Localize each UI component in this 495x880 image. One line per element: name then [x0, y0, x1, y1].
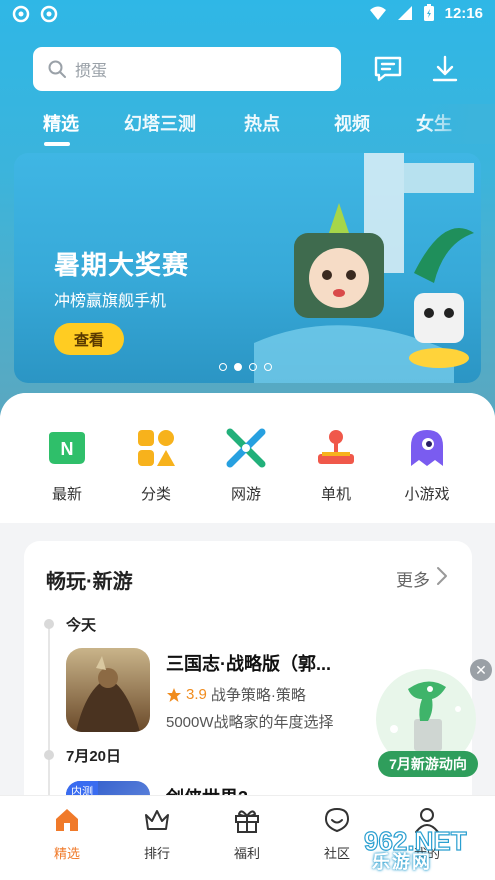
close-icon[interactable]: ✕: [470, 659, 492, 681]
pagination-dot: [264, 363, 272, 371]
pagination-dot: [249, 363, 257, 371]
ghost-icon: [411, 430, 443, 466]
section-title: 畅玩·新游: [46, 571, 133, 593]
watermark-subtext: 乐游网: [372, 852, 432, 872]
nav-benefits[interactable]: 福利: [217, 806, 277, 862]
category-newest[interactable]: N 最新: [32, 428, 102, 504]
online-game-icon: [226, 428, 266, 468]
date-label: 今天: [66, 617, 97, 634]
promo-label[interactable]: 7月新游动向: [378, 751, 478, 777]
category-label: 小游戏: [404, 486, 450, 503]
chevron-right-icon[interactable]: [436, 566, 448, 586]
category-online[interactable]: 网游: [211, 428, 281, 504]
search-placeholder: 掼蛋: [75, 63, 108, 80]
date-label: 7月20日: [66, 748, 122, 765]
download-icon[interactable]: [430, 54, 460, 84]
banner-title: 暑期大奖赛: [54, 250, 190, 280]
banner-view-button[interactable]: 查看: [54, 323, 124, 355]
crown-icon: [145, 810, 169, 830]
game-title[interactable]: 三国志·战略版（郭...: [166, 650, 331, 676]
category-label: 单机: [320, 486, 351, 503]
nav-featured[interactable]: 精选: [37, 806, 97, 862]
search-icon: [48, 60, 66, 78]
community-icon: [324, 807, 350, 833]
more-link[interactable]: 更多: [396, 566, 430, 591]
tab-tower-of-fantasy-test[interactable]: 幻塔三测: [124, 110, 196, 136]
nav-label: 排行: [143, 846, 170, 861]
game-description: 5000W战略家的年度选择: [166, 714, 334, 731]
gift-icon: [235, 810, 259, 833]
banner-pagination: [219, 363, 272, 371]
pagination-dot: [219, 363, 227, 371]
game-rating: 3.9: [186, 686, 207, 703]
tab-video[interactable]: 视频: [334, 110, 370, 136]
clock: 12:16: [444, 4, 483, 22]
tab-hot[interactable]: 热点: [244, 110, 280, 136]
tab-active-indicator: [44, 142, 70, 146]
battery-icon: [423, 4, 434, 21]
nav-ranking[interactable]: 排行: [127, 806, 187, 862]
notification-icon: [12, 5, 30, 23]
category-standalone[interactable]: 单机: [301, 428, 371, 504]
game-tags: 战争策略·策略: [210, 687, 306, 704]
banner-illustration: [254, 153, 474, 383]
category-icon: [138, 430, 175, 466]
category-classify[interactable]: 分类: [121, 428, 191, 504]
timeline-dot: [44, 750, 54, 760]
star-icon: [167, 687, 181, 702]
category-label: 分类: [140, 486, 171, 503]
wifi-icon: [369, 6, 386, 20]
game-icon[interactable]: [66, 648, 150, 732]
tab-featured[interactable]: 精选: [43, 110, 79, 136]
top-tabs: 精选 幻塔三测 热点 视频 女生: [0, 106, 495, 142]
message-icon[interactable]: [373, 54, 403, 84]
notification-icon: [40, 5, 58, 23]
pagination-dot-active: [234, 363, 242, 371]
category-label: 网游: [230, 486, 261, 503]
category-mini-games[interactable]: 小游戏: [392, 428, 462, 504]
game-meta: 3.9 战争策略·策略: [166, 684, 306, 705]
search-input[interactable]: 掼蛋: [33, 47, 341, 91]
banner-subtitle: 冲榜赢旗舰手机: [54, 293, 167, 310]
nav-label: 福利: [233, 846, 260, 861]
promo-banner[interactable]: 暑期大奖赛 冲榜赢旗舰手机 查看: [14, 153, 481, 383]
new-icon: N: [49, 432, 85, 464]
new-icon-badge: N: [61, 439, 74, 459]
tab-fade-overlay: [425, 104, 495, 144]
home-icon: [56, 809, 78, 831]
status-bar: 12:16: [0, 0, 495, 28]
timeline-dot: [44, 619, 54, 629]
category-label: 最新: [51, 486, 82, 503]
signal-icon: [397, 6, 412, 20]
joystick-icon: [318, 430, 354, 464]
nav-label: 精选: [53, 846, 80, 861]
